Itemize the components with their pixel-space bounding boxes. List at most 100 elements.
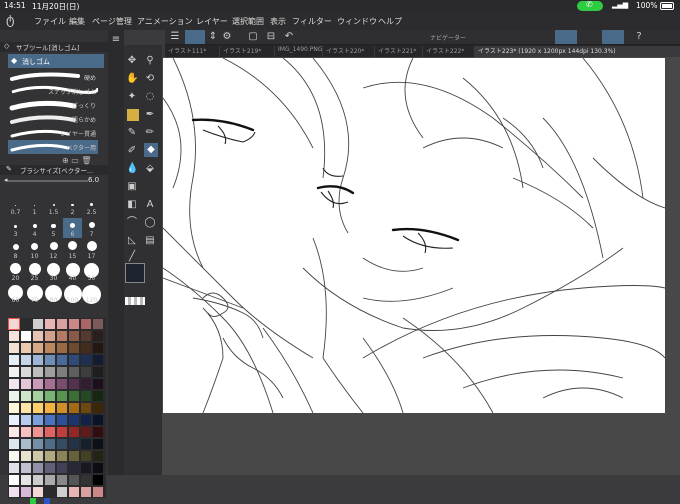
active-subtool[interactable]: 消しゴム bbox=[8, 54, 104, 68]
color-swatch[interactable] bbox=[57, 487, 67, 497]
color-swatch[interactable] bbox=[33, 355, 43, 365]
menu-layer[interactable]: レイヤー bbox=[196, 16, 228, 27]
layer-icon[interactable]: ≡ bbox=[110, 34, 122, 46]
brush-size-preset[interactable]: 6 bbox=[63, 218, 82, 238]
menu-edit[interactable]: 編集 bbox=[69, 16, 85, 27]
color-swatch[interactable] bbox=[69, 403, 79, 413]
color-swatch[interactable] bbox=[9, 487, 19, 497]
decoration-icon[interactable]: ╱ bbox=[126, 251, 138, 263]
app-logo-icon[interactable]: ტ bbox=[6, 13, 15, 28]
color-swatch[interactable] bbox=[21, 367, 31, 377]
color-swatch[interactable] bbox=[81, 427, 91, 437]
color-swatch[interactable] bbox=[93, 391, 103, 401]
color-swatch[interactable] bbox=[45, 367, 55, 377]
brush-size-preset[interactable]: 5 bbox=[44, 218, 63, 238]
color-swatch[interactable] bbox=[57, 355, 67, 365]
color-swatch[interactable] bbox=[81, 463, 91, 473]
color-swatch[interactable] bbox=[57, 319, 67, 329]
brush-size-preset[interactable]: 1 bbox=[25, 196, 44, 216]
color-swatch[interactable] bbox=[9, 427, 19, 437]
color-swatch[interactable] bbox=[81, 367, 91, 377]
color-swatch[interactable] bbox=[69, 367, 79, 377]
color-swatch[interactable] bbox=[21, 319, 31, 329]
brush-size-preset[interactable]: 8 bbox=[6, 240, 25, 260]
color-swatch[interactable] bbox=[33, 403, 43, 413]
zoom-icon[interactable]: ⚲ bbox=[144, 55, 156, 67]
brush-size-preset[interactable]: 1.5 bbox=[44, 196, 63, 216]
color-swatch[interactable] bbox=[69, 331, 79, 341]
brush-size-preset[interactable]: 120 bbox=[82, 284, 101, 304]
color-swatch[interactable] bbox=[33, 463, 43, 473]
brush-size-preset[interactable]: 25 bbox=[25, 262, 44, 282]
color-swatch[interactable] bbox=[93, 367, 103, 377]
canvas-tab[interactable]: IMG_1490.PNG bbox=[275, 46, 323, 57]
color-swatch[interactable] bbox=[81, 319, 91, 329]
pen-tool-active-icon[interactable] bbox=[555, 30, 577, 44]
operation-icon[interactable]: ✦ bbox=[126, 91, 138, 103]
menu-help[interactable]: ヘルプ bbox=[378, 16, 402, 27]
color-swatch[interactable] bbox=[21, 415, 31, 425]
color-swatch[interactable] bbox=[81, 487, 91, 497]
color-swatch[interactable] bbox=[69, 427, 79, 437]
color-swatch[interactable] bbox=[33, 451, 43, 461]
color-swatch[interactable] bbox=[9, 475, 19, 485]
color-swatch[interactable] bbox=[81, 355, 91, 365]
color-swatch[interactable] bbox=[69, 343, 79, 353]
menu-icon[interactable]: ☰ bbox=[169, 31, 181, 43]
correct-line-icon[interactable]: ▤ bbox=[144, 235, 156, 247]
color-swatch[interactable] bbox=[33, 331, 43, 341]
pen-icon[interactable]: ✎ bbox=[126, 127, 138, 139]
color-swatch[interactable] bbox=[45, 475, 55, 485]
canvas-tab[interactable]: イラスト222* bbox=[423, 46, 475, 57]
chevron-up-down-icon[interactable]: ⇕ bbox=[207, 31, 219, 43]
slider-decrease-icon[interactable]: ◂ bbox=[4, 176, 8, 184]
subtool-item[interactable]: ざっくり bbox=[8, 98, 98, 112]
brush-size-preset[interactable]: 50 bbox=[82, 262, 101, 282]
auto-select-icon[interactable] bbox=[127, 109, 139, 121]
color-swatch[interactable] bbox=[45, 343, 55, 353]
color-swatch[interactable] bbox=[57, 391, 67, 401]
subtool-item[interactable]: 硬め bbox=[8, 70, 98, 84]
brush-size-preset[interactable]: 7 bbox=[82, 218, 101, 238]
brush-size-preset[interactable]: 15 bbox=[63, 240, 82, 260]
color-swatch[interactable] bbox=[8, 318, 20, 330]
brush-size-preset[interactable]: 70 bbox=[25, 284, 44, 304]
color-swatch[interactable] bbox=[69, 391, 79, 401]
color-swatch[interactable] bbox=[45, 463, 55, 473]
color-swatch[interactable] bbox=[45, 451, 55, 461]
brush-size-slider[interactable] bbox=[8, 180, 88, 182]
brush-size-preset[interactable]: 20 bbox=[6, 262, 25, 282]
color-swatch[interactable] bbox=[21, 451, 31, 461]
color-swatch[interactable] bbox=[81, 379, 91, 389]
color-swatch[interactable] bbox=[81, 475, 91, 485]
color-swatch[interactable] bbox=[9, 355, 19, 365]
color-swatch[interactable] bbox=[57, 463, 67, 473]
color-swatch[interactable] bbox=[81, 415, 91, 425]
color-swatch[interactable] bbox=[93, 475, 103, 485]
color-swatch[interactable] bbox=[33, 319, 43, 329]
balloon-icon[interactable]: ◯ bbox=[144, 217, 156, 229]
color-swatch[interactable] bbox=[57, 475, 67, 485]
brush-size-preset[interactable]: 4 bbox=[25, 218, 44, 238]
color-swatch[interactable] bbox=[57, 403, 67, 413]
color-swatch[interactable] bbox=[21, 355, 31, 365]
color-swatch[interactable] bbox=[45, 391, 55, 401]
color-swatch[interactable] bbox=[93, 463, 103, 473]
color-swatch[interactable] bbox=[57, 331, 67, 341]
color-swatch[interactable] bbox=[33, 379, 43, 389]
color-swatch[interactable] bbox=[21, 343, 31, 353]
brush-size-preset[interactable]: 80 bbox=[44, 284, 63, 304]
subtool-item[interactable]: スナップ消しゴム bbox=[8, 84, 100, 98]
color-swatch[interactable] bbox=[69, 439, 79, 449]
color-swatch[interactable] bbox=[81, 343, 91, 353]
color-swatch[interactable] bbox=[57, 439, 67, 449]
color-swatch[interactable] bbox=[93, 331, 103, 341]
color-swatch[interactable] bbox=[33, 439, 43, 449]
color-swatch[interactable] bbox=[21, 331, 31, 341]
color-swatch[interactable] bbox=[9, 367, 19, 377]
brush-size-preset[interactable]: 3 bbox=[6, 218, 25, 238]
color-swatch[interactable] bbox=[33, 343, 43, 353]
color-swatch[interactable] bbox=[9, 379, 19, 389]
color-swatch[interactable] bbox=[93, 415, 103, 425]
main-color-swatch[interactable] bbox=[125, 263, 145, 283]
